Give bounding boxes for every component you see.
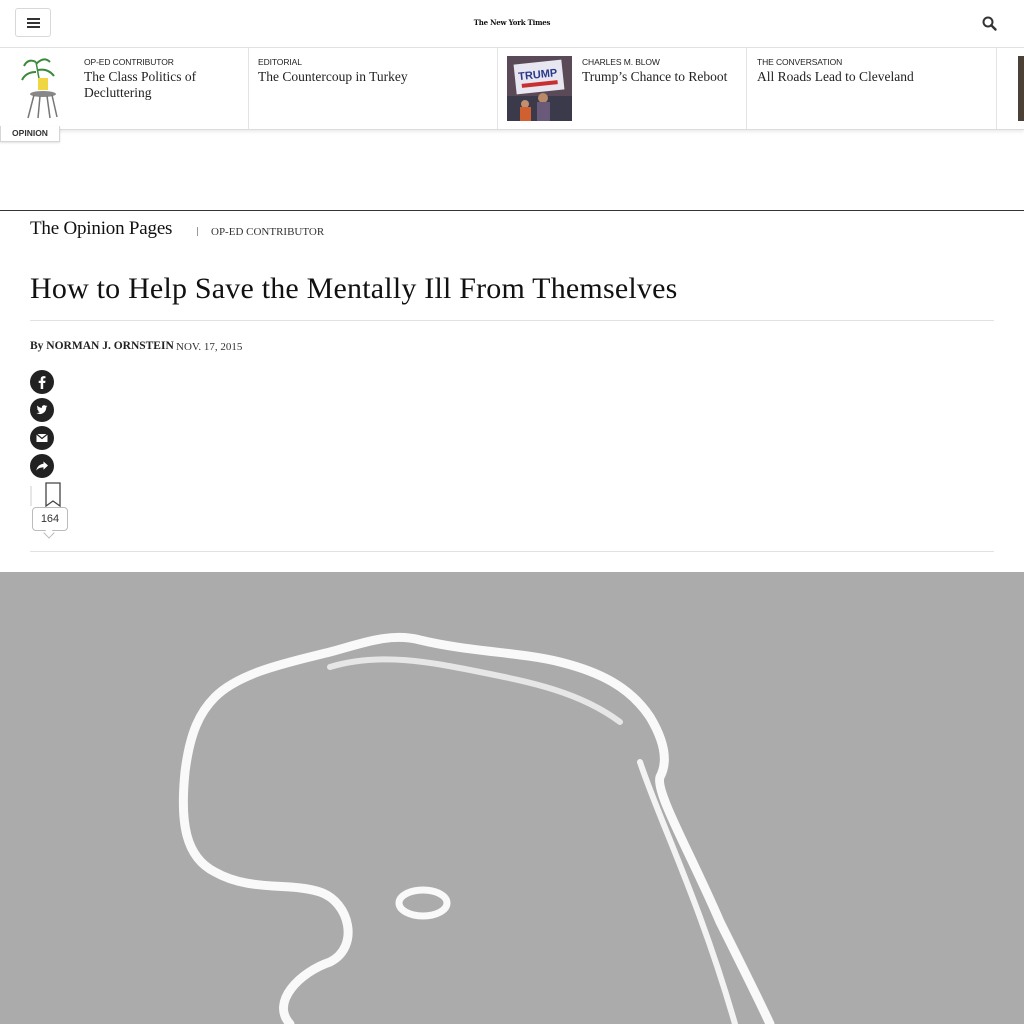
ribbon-next-thumb[interactable] xyxy=(1018,56,1024,121)
site-logo[interactable]: The New York Times xyxy=(462,18,562,27)
headline-rule xyxy=(30,320,994,321)
section-kicker[interactable]: OP-ED CONTRIBUTOR xyxy=(211,226,324,238)
email-icon xyxy=(36,433,48,442)
chalk-head-drawing xyxy=(178,632,775,1024)
top-bar: The New York Times xyxy=(0,0,1024,48)
author-name[interactable]: NORMAN J. ORNSTEIN xyxy=(46,340,173,352)
more-share-button[interactable] xyxy=(30,454,54,478)
byline-prefix: By xyxy=(30,340,44,352)
bookmark-icon[interactable] xyxy=(30,482,62,508)
ribbon-kicker: OP-ED CONTRIBUTOR xyxy=(84,57,174,67)
section-divider xyxy=(0,210,1024,211)
ribbon-headline[interactable]: Trump’s Chance to Reboot xyxy=(582,69,742,85)
ribbon-kicker: CHARLES M. BLOW xyxy=(582,57,660,67)
ribbon-item[interactable]: OP-ED CONTRIBUTOR The Class Politics of … xyxy=(0,48,249,129)
search-icon[interactable] xyxy=(980,14,1000,34)
share-rule xyxy=(30,551,994,552)
section-separator xyxy=(197,227,198,236)
share-icon xyxy=(36,461,48,471)
opinion-tab[interactable]: OPINION xyxy=(0,126,60,142)
facebook-share-button[interactable] xyxy=(30,370,54,394)
ribbon-headline[interactable]: All Roads Lead to Cleveland xyxy=(757,69,987,85)
ribbon-item[interactable]: TRUMP CHARLES M. BLOW Trump’s Chance to … xyxy=(498,48,747,129)
twitter-share-button[interactable] xyxy=(30,398,54,422)
ribbon-item[interactable]: EDITORIAL The Countercoup in Turkey xyxy=(249,48,498,129)
byline: By NORMAN J. ORNSTEIN xyxy=(30,340,174,352)
publish-date: NOV. 17, 2015 xyxy=(176,341,243,353)
ribbon-headline[interactable]: The Class Politics of Decluttering xyxy=(84,69,239,101)
ribbon-kicker: THE CONVERSATION xyxy=(757,57,843,67)
ribbon-kicker: EDITORIAL xyxy=(258,57,302,67)
twitter-icon xyxy=(36,405,48,415)
hamburger-menu-icon xyxy=(26,17,40,28)
article-headline: How to Help Save the Mentally Ill From T… xyxy=(30,272,678,305)
email-share-button[interactable] xyxy=(30,426,54,450)
hero-illustration xyxy=(0,572,1024,1024)
ribbon-headline[interactable]: The Countercoup in Turkey xyxy=(258,69,488,85)
rally-photo: TRUMP xyxy=(507,56,572,121)
plant-stool-illustration xyxy=(21,58,58,119)
facebook-icon xyxy=(38,376,46,389)
section-name[interactable]: The Opinion Pages xyxy=(30,218,172,240)
ribbon-item[interactable]: THE CONVERSATION All Roads Lead to Cleve… xyxy=(747,48,997,129)
opinion-ribbon: OP-ED CONTRIBUTOR The Class Politics of … xyxy=(0,48,1024,130)
menu-button[interactable] xyxy=(15,8,51,37)
comment-count: 164 xyxy=(40,513,60,525)
